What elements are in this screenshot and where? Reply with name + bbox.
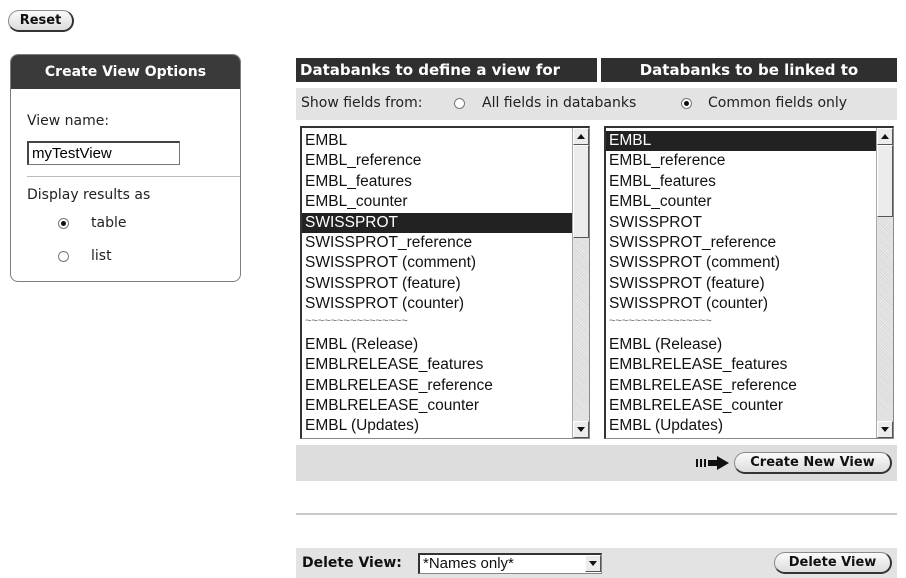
list-item[interactable]: EMBL_features [606, 172, 876, 192]
list-item[interactable]: SWISSPROT (feature) [606, 274, 876, 294]
scroll-thumb[interactable] [573, 145, 589, 238]
radio-table-label: table [91, 215, 127, 231]
list-item[interactable]: SWISSPROT [302, 212, 572, 233]
create-new-view-label: Create New View [750, 455, 875, 470]
define-view-header: Databanks to define a view for [296, 58, 597, 82]
list-item[interactable]: EMBLRELEASE_features [606, 355, 876, 375]
list-item[interactable]: EMBLRELEASE_features [302, 355, 572, 375]
reset-button[interactable]: Reset [8, 10, 74, 32]
define-databank-list[interactable]: EMBL EMBL_reference EMBL_features EMBL_coun… [300, 126, 590, 439]
panel-divider [27, 176, 240, 177]
scroll-up-arrow-icon[interactable] [573, 128, 589, 145]
list-item[interactable]: SWISSPROT (counter) [302, 294, 572, 314]
list-item[interactable]: EMBL (Release) [302, 335, 572, 355]
section-divider [296, 513, 897, 515]
list-item[interactable]: SWISSPROT (feature) [302, 274, 572, 294]
linked-header: Databanks to be linked to [601, 58, 897, 82]
radio-list-label: list [91, 248, 112, 264]
list-item[interactable]: ~~~~~~~~~~~~~~~~ [606, 315, 876, 335]
scroll-down-arrow-icon[interactable] [877, 421, 893, 438]
list-item[interactable]: EMBLRELEASE_reference [302, 376, 572, 396]
list-item[interactable]: EMBLRELEASE_counter [606, 396, 876, 416]
define-list-scrollbar[interactable] [572, 128, 589, 438]
list-item[interactable]: EMBL_features [302, 172, 572, 192]
delete-view-button[interactable]: Delete View [774, 552, 892, 574]
list-item[interactable]: EMBL (Release) [606, 335, 876, 355]
radio-all-fields-label: All fields in databanks [482, 95, 637, 111]
radio-all-fields[interactable] [454, 98, 465, 109]
list-item[interactable]: EMBL_counter [302, 192, 572, 212]
list-item[interactable]: EMBL [606, 131, 876, 152]
show-fields-bar: Show fields from: All fields in databank… [296, 88, 897, 120]
list-item[interactable]: SWISSPROT (comment) [302, 253, 572, 273]
linked-list-scrollbar[interactable] [876, 128, 893, 438]
list-item[interactable]: EMBL_counter [606, 192, 876, 212]
list-item[interactable]: EMBLRELEASE_reference [606, 376, 876, 396]
show-fields-label: Show fields from: [301, 95, 423, 111]
radio-table[interactable] [58, 218, 69, 229]
delete-view-button-label: Delete View [788, 555, 877, 570]
forward-arrow-icon [696, 456, 729, 470]
display-results-label: Display results as [27, 187, 151, 203]
radio-list[interactable] [58, 251, 69, 262]
list-item[interactable]: SWISSPROT_reference [302, 233, 572, 253]
list-item[interactable]: SWISSPROT (comment) [606, 253, 876, 273]
list-item[interactable]: EMBL_reference [606, 151, 876, 171]
view-name-input[interactable] [27, 141, 180, 165]
delete-view-select-value: *Names only* [423, 555, 514, 572]
scroll-up-arrow-icon[interactable] [877, 128, 893, 145]
list-item[interactable]: EMBL_reference [302, 151, 572, 171]
list-item[interactable]: SWISSPROT (counter) [606, 294, 876, 314]
list-item[interactable]: EMBL (Updates) [606, 416, 876, 436]
delete-view-label: Delete View: [302, 555, 402, 571]
scroll-down-arrow-icon[interactable] [573, 421, 589, 438]
delete-view-select[interactable]: *Names only* [418, 553, 602, 574]
list-item[interactable]: EMBLRELEASE_counter [302, 396, 572, 416]
panel-title: Create View Options [11, 55, 240, 89]
action-bar: Create New View [296, 445, 897, 481]
scroll-thumb[interactable] [877, 145, 893, 217]
linked-databank-list[interactable]: EMBL EMBL_reference EMBL_features EMBL_coun… [604, 126, 894, 439]
list-item[interactable]: EMBL (Updates) [302, 416, 572, 436]
reset-label: Reset [19, 13, 62, 28]
list-item[interactable]: SWISSPROT [606, 213, 876, 233]
list-item[interactable]: EMBL [302, 131, 572, 151]
radio-common-fields-label: Common fields only [708, 95, 848, 111]
create-view-options-panel: Create View Options View name: Display r… [10, 54, 241, 282]
create-new-view-button[interactable]: Create New View [734, 452, 892, 474]
radio-common-fields[interactable] [681, 98, 692, 109]
list-item[interactable]: ~~~~~~~~~~~~~~~~ [302, 315, 572, 335]
delete-view-bar: Delete View: *Names only* Delete View [296, 548, 897, 578]
view-name-label: View name: [27, 113, 110, 129]
list-item[interactable]: SWISSPROT_reference [606, 233, 876, 253]
dropdown-arrow-icon[interactable] [585, 555, 601, 572]
